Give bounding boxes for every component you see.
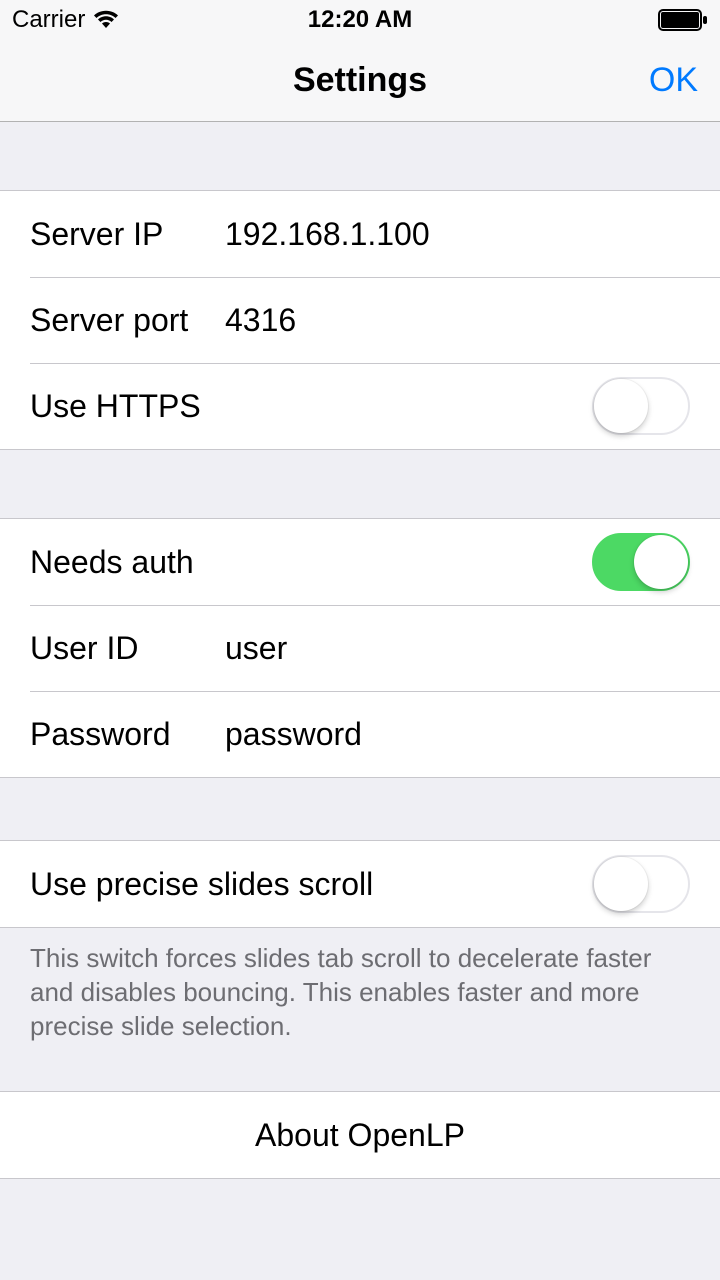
precise-scroll-row: Use precise slides scroll	[0, 841, 720, 927]
user-id-input[interactable]	[225, 630, 690, 667]
password-row[interactable]: Password	[0, 691, 720, 777]
about-group: About OpenLP	[0, 1091, 720, 1179]
wifi-icon	[93, 10, 119, 30]
password-input[interactable]	[225, 716, 690, 753]
precise-scroll-label: Use precise slides scroll	[30, 866, 373, 903]
precise-scroll-toggle[interactable]	[592, 855, 690, 913]
needs-auth-toggle[interactable]	[592, 533, 690, 591]
toggle-knob	[594, 857, 648, 911]
ok-button[interactable]: OK	[649, 61, 698, 100]
group-spacer	[0, 778, 720, 840]
carrier-label: Carrier	[12, 6, 85, 34]
nav-bar: Settings OK	[0, 40, 720, 122]
toggle-knob	[594, 379, 648, 433]
group-spacer	[0, 122, 720, 190]
user-id-label: User ID	[30, 630, 225, 667]
status-time: 12:20 AM	[308, 6, 412, 34]
auth-group: Needs auth User ID Password	[0, 518, 720, 778]
use-https-row: Use HTTPS	[0, 363, 720, 449]
about-row[interactable]: About OpenLP	[0, 1092, 720, 1178]
needs-auth-label: Needs auth	[30, 544, 194, 581]
server-group: Server IP Server port Use HTTPS	[0, 190, 720, 450]
user-id-row[interactable]: User ID	[0, 605, 720, 691]
page-title: Settings	[293, 61, 427, 100]
password-label: Password	[30, 716, 225, 753]
about-label: About OpenLP	[255, 1117, 465, 1154]
use-https-toggle[interactable]	[592, 377, 690, 435]
scroll-group: Use precise slides scroll	[0, 840, 720, 928]
group-spacer	[0, 450, 720, 518]
needs-auth-row: Needs auth	[0, 519, 720, 605]
use-https-label: Use HTTPS	[30, 388, 201, 425]
server-ip-label: Server IP	[30, 216, 225, 253]
battery-icon	[658, 9, 708, 31]
status-left: Carrier	[12, 6, 119, 34]
server-port-input[interactable]	[225, 302, 690, 339]
server-port-label: Server port	[30, 302, 225, 339]
server-ip-input[interactable]	[225, 216, 690, 253]
precise-scroll-footer: This switch forces slides tab scroll to …	[0, 928, 720, 1043]
server-ip-row[interactable]: Server IP	[0, 191, 720, 277]
group-spacer	[0, 1043, 720, 1091]
status-bar: Carrier 12:20 AM	[0, 0, 720, 40]
toggle-knob	[634, 535, 688, 589]
server-port-row[interactable]: Server port	[0, 277, 720, 363]
